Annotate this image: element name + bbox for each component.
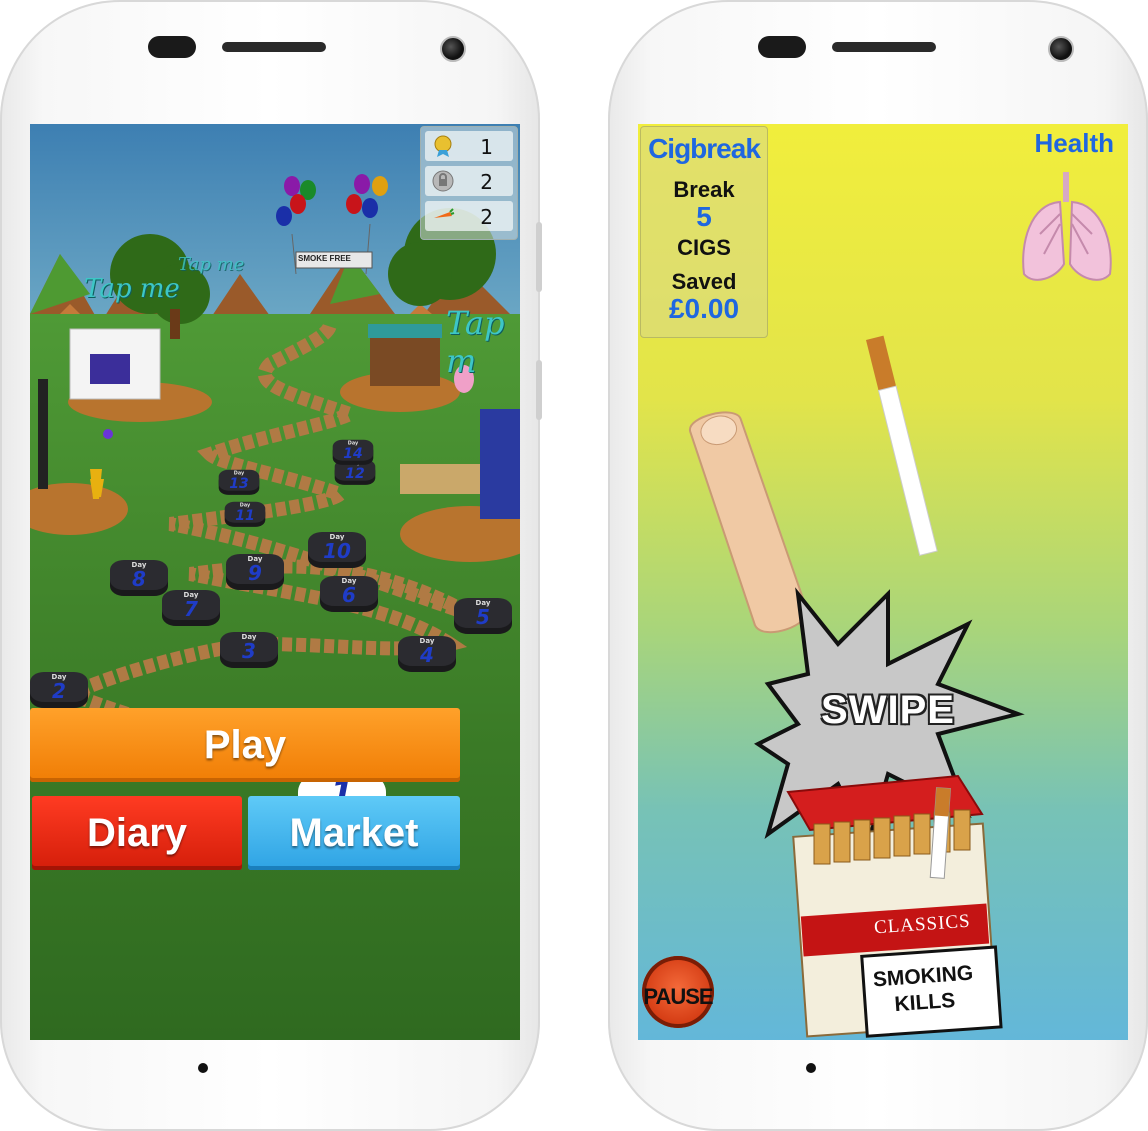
day-node[interactable]: Day 8 bbox=[110, 560, 168, 598]
day-node-number: 12 bbox=[345, 464, 365, 482]
tap-me-sign-right[interactable]: Tap m bbox=[446, 304, 520, 380]
day-node-number: 8 bbox=[132, 567, 146, 591]
day-node[interactable]: Day 11 bbox=[224, 501, 266, 529]
tap-me-sign-left[interactable]: Tap me bbox=[84, 274, 180, 304]
power-button bbox=[536, 360, 542, 420]
saved-label: Saved bbox=[671, 269, 737, 294]
break-value: 5 bbox=[696, 201, 712, 232]
day-node[interactable]: Day 2 bbox=[30, 672, 88, 710]
game-board-screen: Tap me Tap me Tap m SMOKE FREE 1 2 2 Day… bbox=[30, 124, 520, 1040]
lungs-icon bbox=[1022, 172, 1112, 281]
phone-frame-left: Tap me Tap me Tap m SMOKE FREE 1 2 2 Day… bbox=[0, 0, 542, 1131]
front-camera bbox=[1048, 36, 1074, 62]
lock-count: 2 bbox=[480, 170, 493, 194]
carrot-count: 2 bbox=[480, 205, 493, 229]
day-node-number: 13 bbox=[229, 474, 249, 492]
earpiece-speaker bbox=[222, 42, 326, 52]
cigbreak-game-screen[interactable]: Cigbreak Break 5 CIGS Saved £0.00 Health… bbox=[638, 124, 1128, 1040]
earpiece-speaker bbox=[832, 42, 936, 52]
home-indicator[interactable] bbox=[198, 1063, 208, 1073]
finger-icon bbox=[689, 411, 808, 634]
play-button[interactable]: Play bbox=[30, 708, 460, 782]
pause-button[interactable]: PAUSE bbox=[642, 956, 714, 1028]
day-node-number: 4 bbox=[420, 643, 434, 667]
day-node-number: 10 bbox=[323, 539, 351, 563]
sensor-dot bbox=[758, 36, 806, 58]
medal-counter: 1 bbox=[425, 131, 513, 161]
day-node-number: 5 bbox=[476, 605, 490, 629]
stats-panel: Cigbreak Break 5 CIGS Saved £0.00 bbox=[640, 126, 768, 338]
cigs-label: CIGS bbox=[677, 235, 731, 260]
front-camera bbox=[440, 36, 466, 62]
lock-icon bbox=[432, 170, 454, 192]
lock-counter: 2 bbox=[425, 166, 513, 196]
sensor-dot bbox=[148, 36, 196, 58]
day-node[interactable]: Day 7 bbox=[162, 590, 220, 628]
phone-frame-right: Cigbreak Break 5 CIGS Saved £0.00 Health… bbox=[608, 0, 1148, 1131]
day-node[interactable]: Day 3 bbox=[220, 632, 278, 670]
game-title: Cigbreak bbox=[648, 133, 761, 164]
day-node-number: 6 bbox=[342, 583, 356, 607]
market-button[interactable]: Market bbox=[248, 796, 460, 870]
volume-button bbox=[536, 222, 542, 292]
day-node[interactable]: Day 4 bbox=[398, 636, 456, 674]
pause-label: PAUSE bbox=[643, 984, 713, 1009]
day-node-number: 14 bbox=[343, 444, 363, 462]
carrot-counter: 2 bbox=[425, 201, 513, 231]
day-node[interactable]: Day 13 bbox=[218, 469, 260, 497]
break-label: Break bbox=[673, 177, 735, 202]
day-node[interactable]: Day 6 bbox=[320, 576, 378, 614]
day-node[interactable]: Day 9 bbox=[226, 554, 284, 592]
smoke-free-banner: SMOKE FREE bbox=[298, 254, 351, 263]
day-node[interactable]: Day 5 bbox=[454, 598, 512, 636]
day-node[interactable]: Day 14 bbox=[332, 439, 374, 467]
tap-me-sign-back[interactable]: Tap me bbox=[178, 254, 244, 275]
saved-value: £0.00 bbox=[668, 293, 740, 324]
day-node-number: 2 bbox=[52, 679, 66, 703]
day-node[interactable]: Day 10 bbox=[308, 532, 366, 570]
day-node-number: 3 bbox=[242, 639, 256, 663]
carrot-icon bbox=[434, 208, 455, 218]
day-node-number: 7 bbox=[184, 597, 198, 621]
counter-panel: 1 2 2 bbox=[420, 126, 518, 240]
home-indicator[interactable] bbox=[806, 1063, 816, 1073]
health-warning: SMOKING KILLS bbox=[862, 960, 985, 1020]
health-label: Health bbox=[1034, 128, 1114, 158]
swipe-label: SWIPE bbox=[821, 688, 955, 732]
cigarette-icon bbox=[866, 335, 938, 557]
day-node-number: 11 bbox=[235, 506, 255, 524]
day-node-number: 9 bbox=[248, 561, 262, 585]
medal-icon bbox=[434, 135, 452, 157]
medal-count: 1 bbox=[480, 135, 493, 159]
diary-button[interactable]: Diary bbox=[32, 796, 242, 870]
